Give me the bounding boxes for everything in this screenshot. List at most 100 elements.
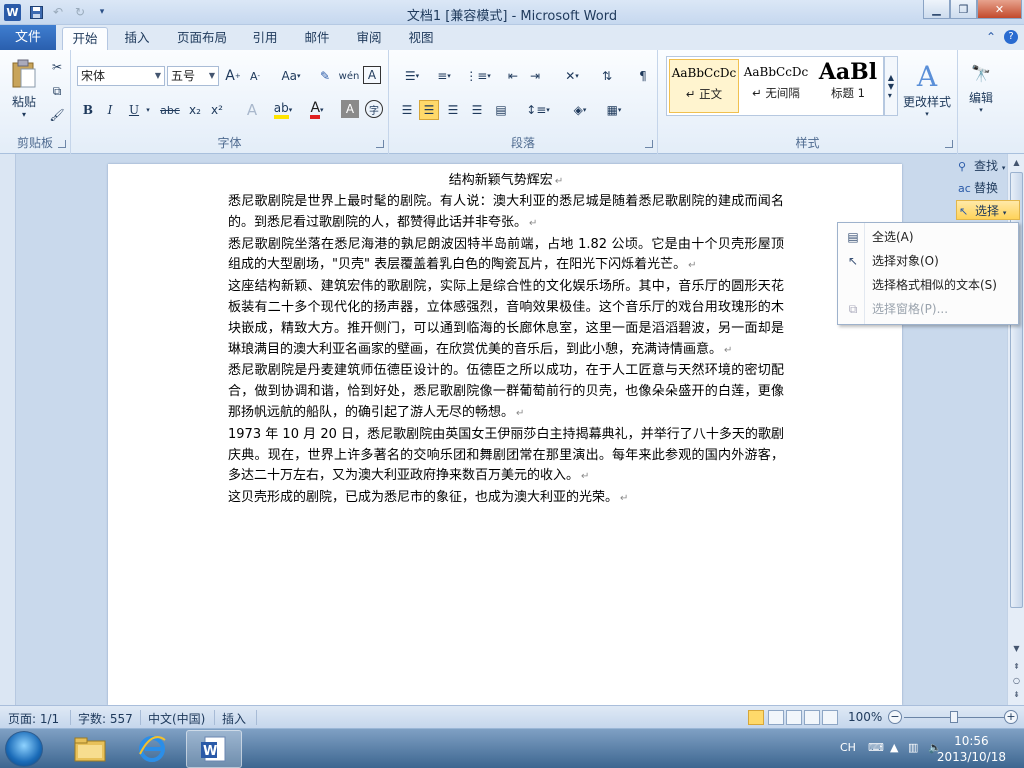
char-border-button[interactable]: A <box>363 66 381 84</box>
keyboard-icon[interactable]: ⌨ <box>868 741 884 754</box>
menu-selection-pane[interactable]: ⧉ 选择窗格(P)... <box>839 297 1017 321</box>
sort-icon[interactable]: ⇅ <box>597 66 617 86</box>
draft-view-icon[interactable] <box>822 710 838 725</box>
print-layout-view-icon[interactable] <box>748 710 764 725</box>
folder-icon[interactable] <box>62 730 118 768</box>
bold-button[interactable]: B <box>79 100 97 120</box>
style-no-spacing[interactable]: AaBbCcDc ↵ 无间隔 <box>741 59 811 113</box>
close-icon[interactable]: ✕ <box>977 0 1022 19</box>
enclose-chars-button[interactable]: 字 <box>365 100 383 118</box>
ie-icon[interactable] <box>124 730 180 768</box>
show-hidden-icons-icon[interactable]: ▲ <box>890 741 898 754</box>
justify-icon[interactable]: ☰ <box>467 100 487 120</box>
start-button[interactable] <box>5 731 43 767</box>
styles-launcher-icon[interactable] <box>945 140 953 148</box>
borders-icon[interactable]: ▦ ▾ <box>599 100 629 120</box>
browse-object-icon[interactable]: ○ <box>1010 674 1023 688</box>
select-menu: ▤ 全选(A) ↖ 选择对象(O) 选择格式相似的文本(S) ⧉ 选择窗格(P)... <box>837 222 1019 325</box>
show-marks-icon[interactable]: ¶ <box>633 66 653 86</box>
strikethrough-button[interactable]: abc <box>157 100 183 120</box>
tab-review[interactable]: 审阅 <box>348 27 390 50</box>
style-normal[interactable]: AaBbCcDc ↵ 正文 <box>669 59 739 113</box>
format-painter-icon[interactable]: 🖌 <box>48 106 66 124</box>
text-effects-icon[interactable]: A <box>241 100 263 120</box>
web-layout-view-icon[interactable] <box>786 710 802 725</box>
underline-button[interactable]: U <box>125 100 143 120</box>
menu-select-all[interactable]: ▤ 全选(A) <box>839 225 1017 249</box>
zoom-in-icon[interactable]: + <box>1004 710 1018 724</box>
zoom-level[interactable]: 100% <box>848 710 882 724</box>
word-count[interactable]: 字数: 557 <box>78 710 133 727</box>
zoom-slider-thumb[interactable] <box>950 711 958 723</box>
chinese-layout-icon[interactable]: ✕ ▾ <box>557 66 587 86</box>
numbering-icon[interactable]: ≡ ▾ <box>429 66 459 86</box>
font-size-combo[interactable]: 五号 ▼ <box>167 66 219 86</box>
restore-icon[interactable]: ❐ <box>950 0 977 19</box>
document-body[interactable]: 结构新颖气势辉宏 ↵ 悉尼歌剧院是世界上最时髦的剧院。有人说：澳大利亚的悉尼城是随… <box>228 170 784 510</box>
increase-indent-icon[interactable]: ⇥ <box>525 66 545 86</box>
superscript-button[interactable]: x² <box>207 100 227 120</box>
multilevel-list-icon[interactable]: ⋮≡ ▾ <box>461 66 495 86</box>
paragraph-launcher-icon[interactable] <box>645 140 653 148</box>
tab-file[interactable]: 文件 <box>0 25 56 50</box>
minimize-ribbon-icon[interactable]: ⌃ <box>986 30 996 44</box>
cut-icon[interactable]: ✂ <box>48 58 66 76</box>
char-shading-icon[interactable]: A <box>341 100 359 118</box>
menu-select-similar-formatting[interactable]: 选择格式相似的文本(S) <box>839 273 1017 297</box>
select-button[interactable]: ↖ 选择 ▾ <box>956 200 1020 220</box>
font-launcher-icon[interactable] <box>376 140 384 148</box>
bullets-icon[interactable]: ☰ ▾ <box>397 66 427 86</box>
tab-view[interactable]: 视图 <box>400 27 442 50</box>
phonetic-guide-icon[interactable]: wén <box>339 66 360 86</box>
scroll-down-icon[interactable]: ▼ <box>1010 642 1023 656</box>
full-screen-reading-view-icon[interactable] <box>768 710 784 725</box>
ime-indicator[interactable]: CH <box>840 741 856 754</box>
font-color-icon[interactable]: A ▾ <box>303 100 331 120</box>
align-right-icon[interactable]: ☰ <box>443 100 463 120</box>
line-spacing-icon[interactable]: ↕≡ ▾ <box>523 100 553 120</box>
distribute-icon[interactable]: ▤ <box>491 100 511 120</box>
paste-button[interactable]: 粘贴 ▾ <box>6 56 42 122</box>
replace-button[interactable]: ac 替换 <box>956 178 1020 198</box>
previous-page-icon[interactable]: ⇞ <box>1010 660 1023 674</box>
clock[interactable]: 10:56 2013/10/18 <box>937 733 1006 765</box>
font-name-combo[interactable]: 宋体 ▼ <box>77 66 165 86</box>
copy-icon[interactable]: ⧉ <box>48 82 66 100</box>
page-count[interactable]: 页面: 1/1 <box>8 710 59 727</box>
subscript-button[interactable]: x₂ <box>185 100 205 120</box>
document-paragraph: 悉尼歌剧院坐落在悉尼海港的孰尼朗波因特半岛前端，占地 1.82 公顷。它是由十个… <box>228 236 784 273</box>
zoom-out-icon[interactable]: − <box>888 710 902 724</box>
tab-references[interactable]: 引用 <box>244 27 286 50</box>
language-indicator[interactable]: 中文(中国) <box>148 710 205 727</box>
minimize-icon[interactable]: ▁ <box>923 0 950 19</box>
editing-button[interactable]: 🔭 编辑 ▾ <box>962 56 1000 122</box>
shrink-font-button[interactable]: A- <box>245 66 265 86</box>
help-icon[interactable]: ? <box>1004 30 1018 44</box>
tab-mailings[interactable]: 邮件 <box>296 27 338 50</box>
change-case-button[interactable]: Aa ▾ <box>277 66 305 86</box>
tab-insert[interactable]: 插入 <box>116 27 158 50</box>
tab-page-layout[interactable]: 页面布局 <box>170 27 234 50</box>
outline-view-icon[interactable] <box>804 710 820 725</box>
grow-font-button[interactable]: A + <box>223 66 243 86</box>
change-styles-button[interactable]: A 更改样式 ▾ <box>900 56 954 122</box>
insert-mode-indicator[interactable]: 插入 <box>222 710 246 727</box>
find-button[interactable]: ⚲ 查找 ▾ <box>956 156 1020 176</box>
decrease-indent-icon[interactable]: ⇤ <box>503 66 523 86</box>
style-heading-1[interactable]: AaBl 标题 1 <box>813 59 883 113</box>
network-icon[interactable]: ▥ <box>908 741 918 754</box>
taskbar: W CH ⌨ ▲ ▥ 🔈 10:56 2013/10/18 <box>0 728 1024 768</box>
clipboard-launcher-icon[interactable] <box>58 140 66 148</box>
next-page-icon[interactable]: ⇟ <box>1010 688 1023 702</box>
italic-button[interactable]: I <box>101 100 119 120</box>
style-gallery-scroll[interactable]: ▲ ▼ ▾ <box>884 56 898 116</box>
align-left-icon[interactable]: ☰ <box>397 100 417 120</box>
underline-dropdown-icon[interactable]: ▾ <box>143 100 153 120</box>
tab-home[interactable]: 开始 <box>62 27 108 50</box>
shading-icon[interactable]: ◈ ▾ <box>565 100 595 120</box>
word-icon[interactable]: W <box>186 730 242 768</box>
menu-select-objects[interactable]: ↖ 选择对象(O) <box>839 249 1017 273</box>
align-center-icon[interactable]: ☰ <box>419 100 439 120</box>
highlight-icon[interactable]: ab ▾ <box>269 100 297 120</box>
clear-format-icon[interactable]: ✎ <box>315 66 335 86</box>
